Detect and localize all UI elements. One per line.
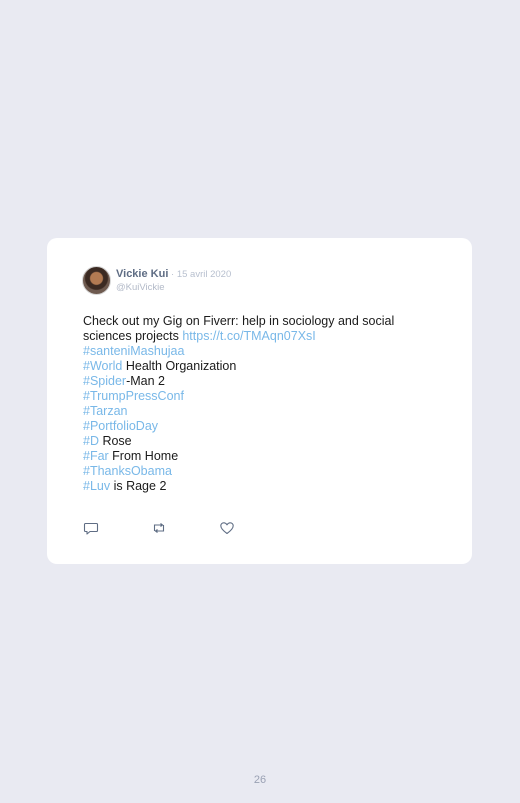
tweet-header: Vickie Kui · 15 avril 2020 @KuiVickie: [82, 266, 231, 295]
author-meta: Vickie Kui · 15 avril 2020 @KuiVickie: [116, 266, 231, 294]
line-text: Rose: [98, 434, 132, 448]
tweet-line: #Luv is Rage 2: [83, 479, 433, 494]
hashtag-link[interactable]: #TrumpPressConf: [83, 389, 184, 403]
hashtag-link[interactable]: #Luv: [83, 479, 110, 493]
reply-icon: [83, 522, 99, 535]
hashtag-link[interactable]: #Far: [83, 449, 109, 463]
hashtag-link[interactable]: #Spider: [83, 374, 126, 388]
tweet-line: #PortfolioDay: [83, 419, 433, 434]
hashtag-link[interactable]: #santeniMashujaa: [83, 344, 184, 358]
line-text: is Rage 2: [110, 479, 167, 493]
tweet-line: #World Health Organization: [83, 359, 433, 374]
tweet-line: #santeniMashujaa: [83, 344, 433, 359]
hashtag-link[interactable]: #Tarzan: [83, 404, 127, 418]
tweet-line: #Far From Home: [83, 449, 433, 464]
tweet-line: #ThanksObama: [83, 464, 433, 479]
tweet-actions: [83, 520, 287, 536]
reply-button[interactable]: [83, 520, 99, 536]
author-handle[interactable]: @KuiVickie: [116, 281, 231, 294]
date-separator: ·: [168, 269, 177, 280]
tweet-card: Vickie Kui · 15 avril 2020 @KuiVickie Ch…: [47, 238, 472, 564]
tweet-url-link[interactable]: https://t.co/TMAqn07XsI: [182, 329, 315, 343]
line-text: From Home: [108, 449, 179, 463]
page-number: 26: [253, 774, 267, 786]
tweet-intro: Check out my Gig on Fiverr: help in soci…: [83, 314, 433, 344]
hashtag-link[interactable]: #World: [83, 359, 122, 373]
line-text: -Man 2: [126, 374, 165, 388]
tweet-line: #Spider-Man 2: [83, 374, 433, 389]
tweet-text: Check out my Gig on Fiverr: help in soci…: [83, 314, 433, 494]
hashtag-link[interactable]: #ThanksObama: [83, 464, 172, 478]
hashtag-link[interactable]: #PortfolioDay: [83, 419, 158, 433]
tweet-line: #TrumpPressConf: [83, 389, 433, 404]
avatar[interactable]: [82, 266, 111, 295]
author-name[interactable]: Vickie Kui: [116, 268, 168, 280]
like-button[interactable]: [219, 520, 235, 536]
author-line: Vickie Kui · 15 avril 2020: [116, 268, 231, 281]
hashtag-link[interactable]: #D: [83, 434, 99, 448]
tweet-line: #Tarzan: [83, 404, 433, 419]
retweet-button[interactable]: [151, 520, 167, 536]
retweet-icon: [153, 523, 165, 533]
tweet-line: #D Rose: [83, 434, 433, 449]
tweet-date[interactable]: 15 avril 2020: [177, 269, 231, 280]
line-text: Health Organization: [122, 359, 237, 373]
heart-icon: [220, 522, 234, 535]
